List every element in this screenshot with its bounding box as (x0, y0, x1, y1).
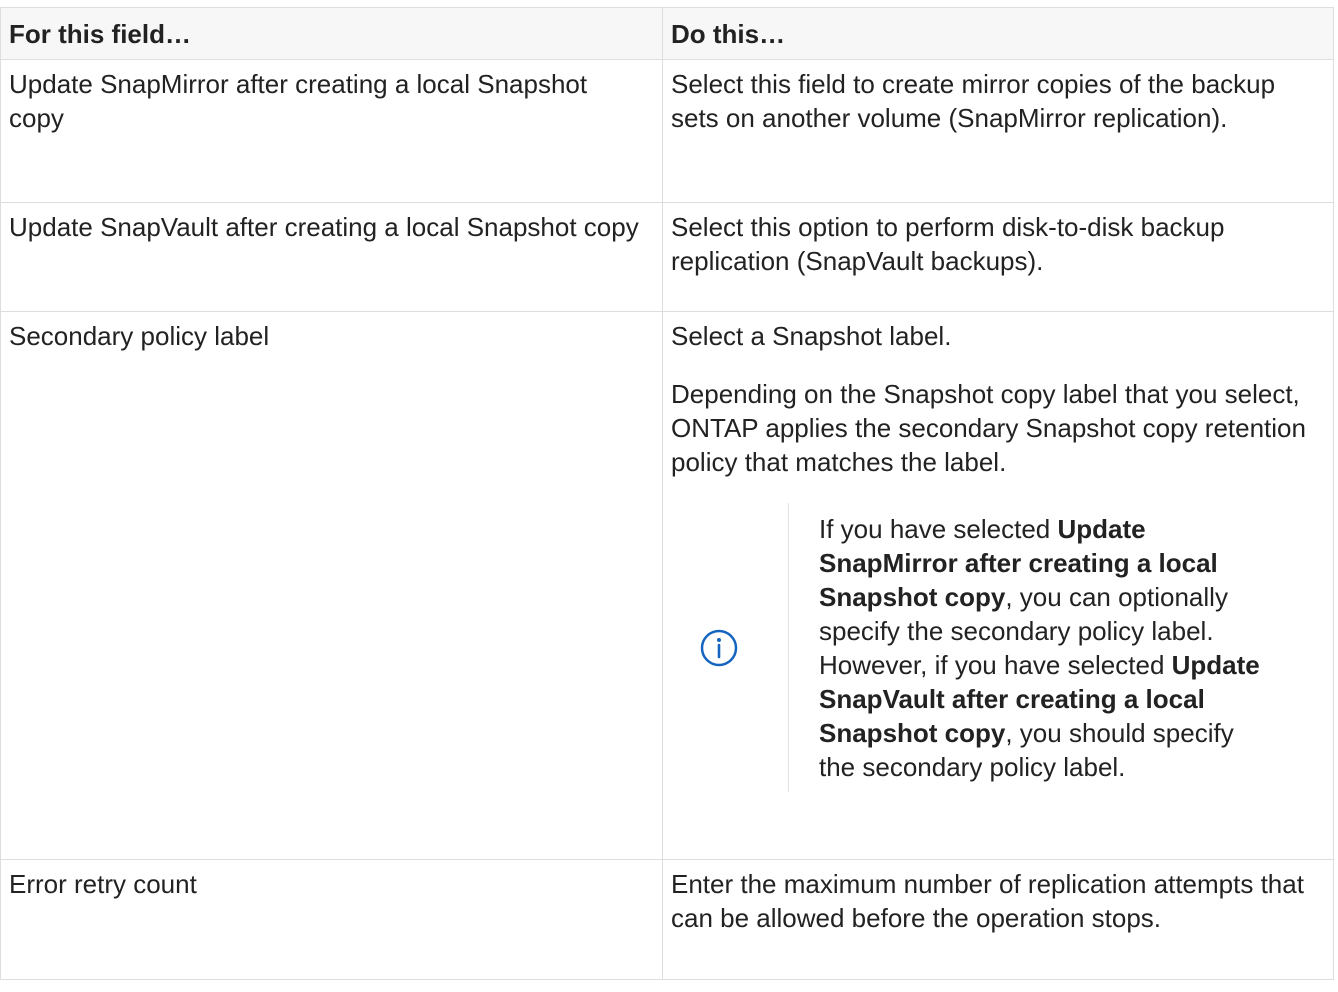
note-text: If you have selected Update SnapMirror a… (789, 503, 1274, 792)
action-paragraph: Select a Snapshot label. (671, 321, 952, 351)
field-cell: Update SnapMirror after creating a local… (0, 59, 663, 203)
action-cell: Select this field to create mirror copie… (662, 59, 1334, 203)
header-action: Do this… (662, 7, 1334, 60)
action-cell: Select a Snapshot label. Depending on th… (662, 311, 1334, 860)
info-note: If you have selected Update SnapMirror a… (671, 503, 1319, 792)
table-row: Update SnapVault after creating a local … (0, 202, 1334, 312)
info-circle-icon (700, 629, 738, 666)
field-description-table: For this field… Do this… Update SnapMirr… (0, 7, 1334, 980)
action-cell: Enter the maximum number of replication … (662, 859, 1334, 980)
note-text-part: If you have selected (819, 514, 1058, 544)
table-row: Error retry count Enter the maximum numb… (0, 859, 1334, 980)
action-paragraph: Depending on the Snapshot copy label tha… (671, 379, 1306, 477)
field-cell: Error retry count (0, 859, 663, 980)
field-cell: Secondary policy label (0, 311, 663, 860)
note-icon-column (671, 503, 789, 792)
table-header-row: For this field… Do this… (0, 7, 1334, 60)
table-row: Secondary policy label Select a Snapshot… (0, 311, 1334, 860)
field-cell: Update SnapVault after creating a local … (0, 202, 663, 312)
table-row: Update SnapMirror after creating a local… (0, 59, 1334, 203)
header-field: For this field… (0, 7, 663, 60)
action-cell: Select this option to perform disk-to-di… (662, 202, 1334, 312)
